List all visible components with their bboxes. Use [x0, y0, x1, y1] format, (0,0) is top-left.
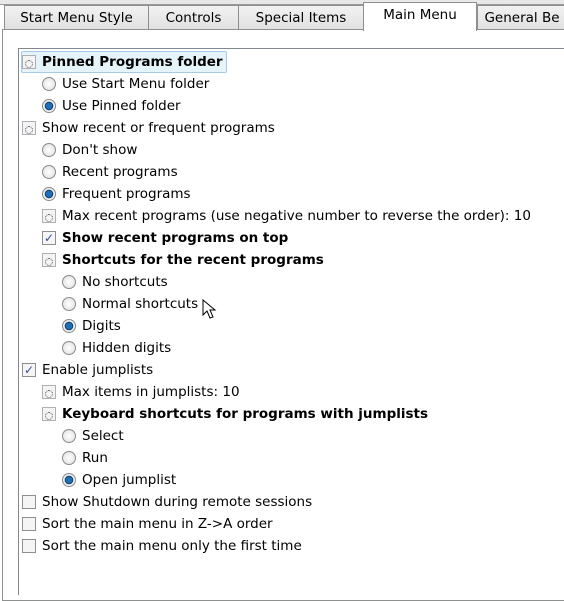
radio-button-icon[interactable] — [62, 429, 76, 443]
radio-button-icon[interactable] — [62, 275, 76, 289]
settings-icon — [42, 253, 56, 267]
radio-option[interactable]: Frequent programs — [42, 183, 191, 205]
tree-group-item[interactable]: Pinned Programs folder — [21, 51, 227, 73]
item-label: Use Pinned folder — [62, 98, 181, 114]
radio-button-icon[interactable] — [62, 451, 76, 465]
item-label: Run — [82, 450, 108, 466]
radio-button-icon[interactable] — [62, 473, 76, 487]
item-label: Max recent programs (use negative number… — [62, 208, 531, 224]
settings-icon — [42, 209, 56, 223]
item-label: Select — [82, 428, 124, 444]
item-label: Keyboard shortcuts for programs with jum… — [62, 406, 429, 422]
radio-option[interactable]: Use Pinned folder — [42, 95, 181, 117]
item-label: Open jumplist — [82, 472, 177, 488]
item-label: Digits — [82, 318, 121, 334]
radio-option[interactable]: Open jumplist — [62, 469, 176, 491]
tab-bar: Start Menu Style Controls Special Items Mai… — [0, 2, 564, 31]
checkbox-icon[interactable] — [22, 517, 36, 531]
radio-button-icon[interactable] — [42, 187, 56, 201]
settings-icon — [42, 407, 56, 421]
item-label: No shortcuts — [82, 274, 168, 290]
radio-option[interactable]: Digits — [62, 315, 121, 337]
radio-button-icon[interactable] — [42, 77, 56, 91]
radio-option[interactable]: Recent programs — [42, 161, 178, 183]
item-label: Sort the main menu in Z->A order — [42, 516, 273, 532]
radio-option[interactable]: Use Start Menu folder — [42, 73, 209, 95]
tab-main-menu[interactable]: Main Menu — [363, 2, 477, 31]
tab-general-be[interactable]: General Be — [477, 5, 564, 30]
checkbox-icon[interactable] — [22, 495, 36, 509]
radio-button-icon[interactable] — [62, 319, 76, 333]
radio-option[interactable]: No shortcuts — [62, 271, 168, 293]
item-label: Pinned Programs folder — [42, 54, 223, 70]
item-label: Normal shortcuts — [82, 296, 199, 312]
check-option[interactable]: Sort the main menu only the first time — [22, 535, 302, 557]
item-label: Show recent or frequent programs — [42, 120, 275, 136]
item-label: Use Start Menu folder — [62, 76, 210, 92]
radio-button-icon[interactable] — [42, 165, 56, 179]
check-option[interactable]: ✓ Enable jumplists — [22, 359, 153, 381]
radio-option[interactable]: Hidden digits — [62, 337, 171, 359]
item-label: Max items in jumplists: 10 — [62, 384, 240, 400]
tree-group-item[interactable]: Max recent programs (use negative number… — [42, 205, 531, 227]
item-label: Don't show — [62, 142, 138, 158]
tree-group-item[interactable]: Show recent or frequent programs — [22, 117, 275, 139]
tree-group-item[interactable]: Max items in jumplists: 10 — [42, 381, 240, 403]
settings-icon — [22, 55, 36, 69]
item-label: Sort the main menu only the first time — [42, 538, 302, 554]
item-label: Show recent programs on top — [62, 230, 289, 246]
tree-group-item[interactable]: Shortcuts for the recent programs — [42, 249, 324, 271]
item-label: Hidden digits — [82, 340, 172, 356]
item-label: Frequent programs — [62, 186, 191, 202]
checkbox-icon[interactable]: ✓ — [42, 231, 56, 245]
check-option[interactable]: ✓ Show recent programs on top — [42, 227, 288, 249]
radio-option[interactable]: Don't show — [42, 139, 137, 161]
settings-icon — [22, 121, 36, 135]
settings-icon — [42, 385, 56, 399]
tree-group-item[interactable]: Keyboard shortcuts for programs with jum… — [42, 403, 428, 425]
item-label: Show Shutdown during remote sessions — [42, 494, 313, 510]
radio-button-icon[interactable] — [42, 99, 56, 113]
tab-start-menu-style[interactable]: Start Menu Style — [4, 5, 149, 30]
radio-option[interactable]: Select — [62, 425, 124, 447]
checkbox-icon[interactable]: ✓ — [22, 363, 36, 377]
tab-special-items[interactable]: Special Items — [238, 5, 364, 30]
radio-option[interactable]: Normal shortcuts — [62, 293, 198, 315]
item-label: Enable jumplists — [42, 362, 154, 378]
radio-button-icon[interactable] — [42, 143, 56, 157]
check-option[interactable]: Show Shutdown during remote sessions — [22, 491, 312, 513]
radio-button-icon[interactable] — [62, 341, 76, 355]
item-label: Recent programs — [62, 164, 178, 180]
item-label: Shortcuts for the recent programs — [62, 252, 324, 268]
tab-controls[interactable]: Controls — [148, 5, 239, 30]
check-option[interactable]: Sort the main menu in Z->A order — [22, 513, 273, 535]
checkbox-icon[interactable] — [22, 539, 36, 553]
radio-button-icon[interactable] — [62, 297, 76, 311]
mouse-cursor-icon — [202, 299, 217, 319]
radio-option[interactable]: Run — [62, 447, 108, 469]
